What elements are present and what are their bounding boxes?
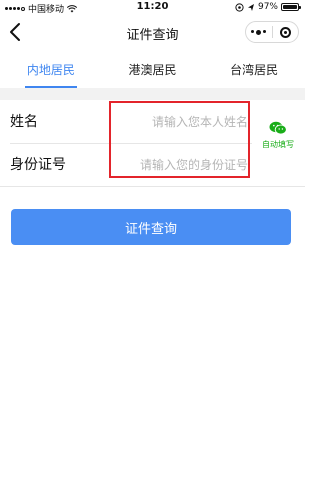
id-number-input[interactable] xyxy=(110,144,248,186)
form-bottom-divider xyxy=(0,186,305,187)
id-row: 身份证号 xyxy=(0,144,252,186)
name-row: 姓名 xyxy=(0,101,252,143)
tab-hongkong-macau[interactable]: 港澳居民 xyxy=(102,52,204,88)
alarm-arrow-icon xyxy=(247,3,254,11)
resident-tabs: 内地居民 港澳居民 台湾居民 xyxy=(0,52,305,88)
wechat-icon xyxy=(269,121,287,135)
autofill-button[interactable]: 自动填写 xyxy=(256,121,300,150)
battery-fill xyxy=(283,5,297,9)
bottom-area xyxy=(0,488,305,500)
autofill-label: 自动填写 xyxy=(262,140,294,149)
more-button[interactable] xyxy=(246,22,272,42)
query-button[interactable]: 证件查询 xyxy=(11,209,291,245)
tab-taiwan[interactable]: 台湾居民 xyxy=(203,52,305,88)
more-dots-icon xyxy=(251,29,267,35)
location-icon xyxy=(235,2,244,12)
status-right: 97% xyxy=(235,2,301,12)
capsule-menu xyxy=(245,21,299,43)
battery-icon xyxy=(281,3,301,11)
battery-percent: 97% xyxy=(257,2,278,12)
target-circle-icon xyxy=(279,26,291,38)
id-number-label: 身份证号 xyxy=(10,157,66,173)
tab-mainland[interactable]: 内地居民 xyxy=(0,52,102,88)
close-button[interactable] xyxy=(273,22,299,42)
name-label: 姓名 xyxy=(10,114,38,130)
section-divider xyxy=(0,88,305,100)
nav-bar: 证件查询 xyxy=(0,16,305,48)
status-bar: 中国移动 11:20 97% xyxy=(0,0,305,16)
name-input[interactable] xyxy=(110,101,248,143)
